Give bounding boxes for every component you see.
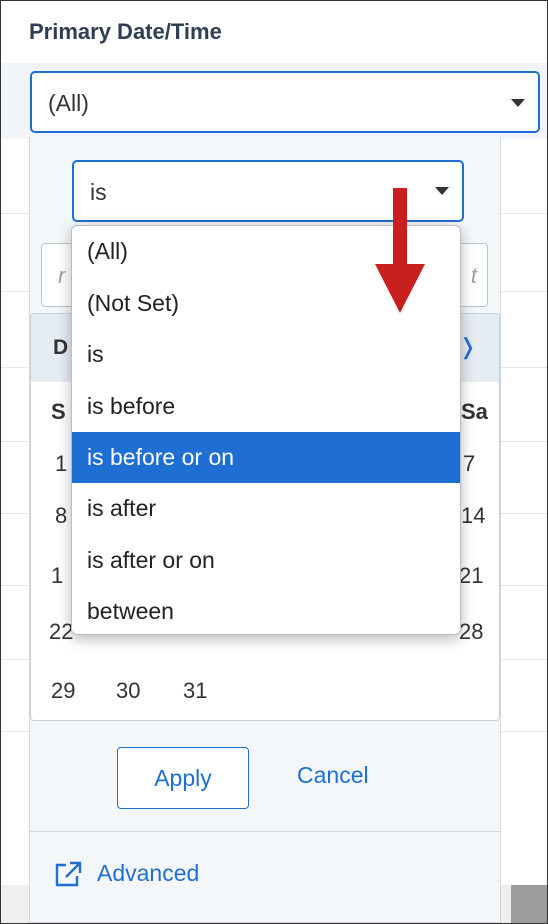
field-value-select[interactable]: (All) (30, 71, 540, 133)
apply-button[interactable]: Apply (117, 747, 249, 809)
filter-frame: Primary Date/Time (All) is r t D ❭ S Sa … (0, 0, 548, 924)
operator-option[interactable]: between (72, 586, 460, 634)
external-link-icon (55, 861, 82, 887)
calendar-day[interactable]: 8 (55, 503, 67, 529)
calendar-day[interactable]: 31 (183, 678, 207, 704)
operator-option[interactable]: is before (72, 381, 460, 432)
field-value-text: (All) (48, 90, 89, 116)
calendar-day[interactable]: 7 (463, 451, 475, 477)
calendar-day[interactable]: 28 (459, 619, 483, 645)
field-title: Primary Date/Time (29, 19, 222, 44)
calendar-day[interactable]: 29 (51, 678, 75, 704)
operator-value-text: is (90, 179, 107, 205)
calendar-day[interactable]: 30 (116, 678, 140, 704)
caret-down-icon (511, 99, 525, 107)
weekday-saturday: Sa (461, 399, 488, 424)
cancel-button[interactable]: Cancel (297, 762, 369, 789)
operator-option[interactable]: is after (72, 483, 460, 534)
calendar-day[interactable]: 1 (51, 563, 63, 589)
divider (30, 831, 500, 832)
calendar-day[interactable]: 1 (55, 451, 67, 477)
calendar-month-label: D (53, 336, 69, 359)
chevron-right-icon[interactable]: ❭ (459, 334, 477, 360)
operator-option[interactable]: is before or on (72, 432, 460, 483)
calendar-day[interactable]: 22 (49, 619, 73, 645)
calendar-day[interactable]: 14 (461, 503, 485, 529)
operator-option[interactable]: is (72, 329, 460, 380)
red-down-arrow-annotation (375, 188, 425, 313)
operator-option[interactable]: is after or on (72, 535, 460, 586)
caret-down-icon (435, 187, 449, 195)
weekday-sunday: S (51, 399, 66, 424)
date-input-placeholder-right: t (470, 263, 477, 288)
advanced-link-label: Advanced (97, 860, 200, 886)
calendar-day[interactable]: 21 (459, 563, 483, 589)
scrollbar-thumb[interactable] (511, 885, 547, 923)
date-input-placeholder-left: r (58, 263, 66, 288)
